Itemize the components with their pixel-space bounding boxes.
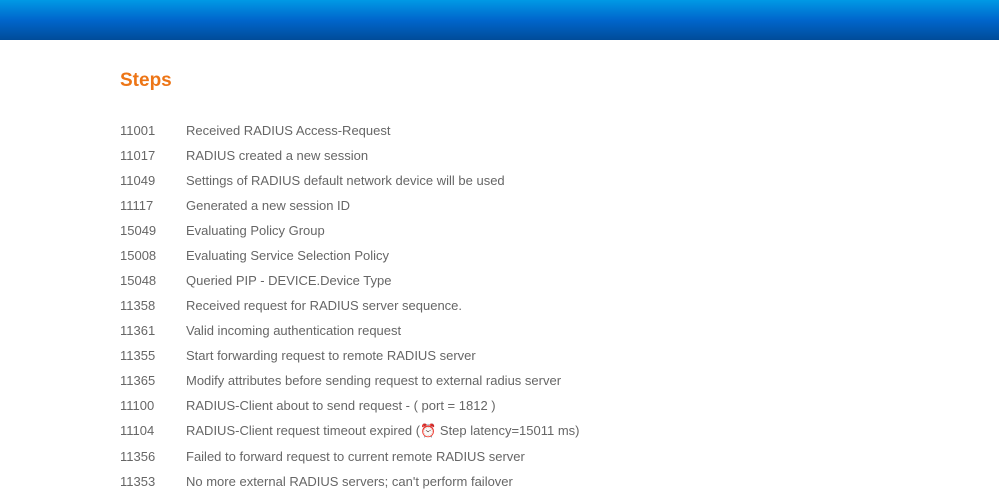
step-desc-pre: RADIUS-Client request timeout expired ( bbox=[186, 423, 420, 438]
table-row: 11104RADIUS-Client request timeout expir… bbox=[120, 418, 579, 444]
step-code: 11001 bbox=[120, 118, 178, 143]
step-description: Generated a new session ID bbox=[178, 193, 579, 218]
table-row: 11100RADIUS-Client about to send request… bbox=[120, 393, 579, 418]
table-row: 11355Start forwarding request to remote … bbox=[120, 343, 579, 368]
table-row: 15048Queried PIP - DEVICE.Device Type bbox=[120, 268, 579, 293]
table-row: 11356Failed to forward request to curren… bbox=[120, 444, 579, 469]
step-code: 11361 bbox=[120, 318, 178, 343]
step-code: 11100 bbox=[120, 393, 178, 418]
step-description: Received RADIUS Access-Request bbox=[178, 118, 579, 143]
step-code: 15049 bbox=[120, 218, 178, 243]
step-code: 11117 bbox=[120, 193, 178, 218]
step-description: Valid incoming authentication request bbox=[178, 318, 579, 343]
step-code: 11049 bbox=[120, 168, 178, 193]
step-code: 15008 bbox=[120, 243, 178, 268]
table-row: 11001Received RADIUS Access-Request bbox=[120, 118, 579, 143]
table-row: 11358Received request for RADIUS server … bbox=[120, 293, 579, 318]
step-code: 11017 bbox=[120, 143, 178, 168]
table-row: 11353No more external RADIUS servers; ca… bbox=[120, 469, 579, 494]
content: Steps 11001Received RADIUS Access-Reques… bbox=[0, 40, 999, 494]
step-description: RADIUS-Client about to send request - ( … bbox=[178, 393, 579, 418]
table-row: 11365Modify attributes before sending re… bbox=[120, 368, 579, 393]
table-row: 15008Evaluating Service Selection Policy bbox=[120, 243, 579, 268]
step-code: 11358 bbox=[120, 293, 178, 318]
table-row: 15049Evaluating Policy Group bbox=[120, 218, 579, 243]
table-row: 11049Settings of RADIUS default network … bbox=[120, 168, 579, 193]
step-description: RADIUS created a new session bbox=[178, 143, 579, 168]
step-description: RADIUS-Client request timeout expired (⏰… bbox=[178, 418, 579, 444]
step-description: Modify attributes before sending request… bbox=[178, 368, 579, 393]
step-description: Start forwarding request to remote RADIU… bbox=[178, 343, 579, 368]
table-row: 11017RADIUS created a new session bbox=[120, 143, 579, 168]
step-description: Failed to forward request to current rem… bbox=[178, 444, 579, 469]
step-code: 15048 bbox=[120, 268, 178, 293]
table-row: 11117Generated a new session ID bbox=[120, 193, 579, 218]
step-desc-post: Step latency=15011 ms) bbox=[436, 423, 579, 438]
step-description: Evaluating Service Selection Policy bbox=[178, 243, 579, 268]
step-description: Queried PIP - DEVICE.Device Type bbox=[178, 268, 579, 293]
steps-table: 11001Received RADIUS Access-Request11017… bbox=[120, 118, 579, 494]
header-bar bbox=[0, 0, 999, 40]
step-code: 11353 bbox=[120, 469, 178, 494]
step-code: 11104 bbox=[120, 418, 178, 444]
step-description: Settings of RADIUS default network devic… bbox=[178, 168, 579, 193]
step-description: Received request for RADIUS server seque… bbox=[178, 293, 579, 318]
section-title: Steps bbox=[120, 70, 999, 92]
step-description: No more external RADIUS servers; can't p… bbox=[178, 469, 579, 494]
step-code: 11365 bbox=[120, 368, 178, 393]
step-description: Evaluating Policy Group bbox=[178, 218, 579, 243]
step-code: 11356 bbox=[120, 444, 178, 469]
table-row: 11361Valid incoming authentication reque… bbox=[120, 318, 579, 343]
step-code: 11355 bbox=[120, 343, 178, 368]
alarm-clock-icon: ⏰ bbox=[420, 423, 436, 439]
